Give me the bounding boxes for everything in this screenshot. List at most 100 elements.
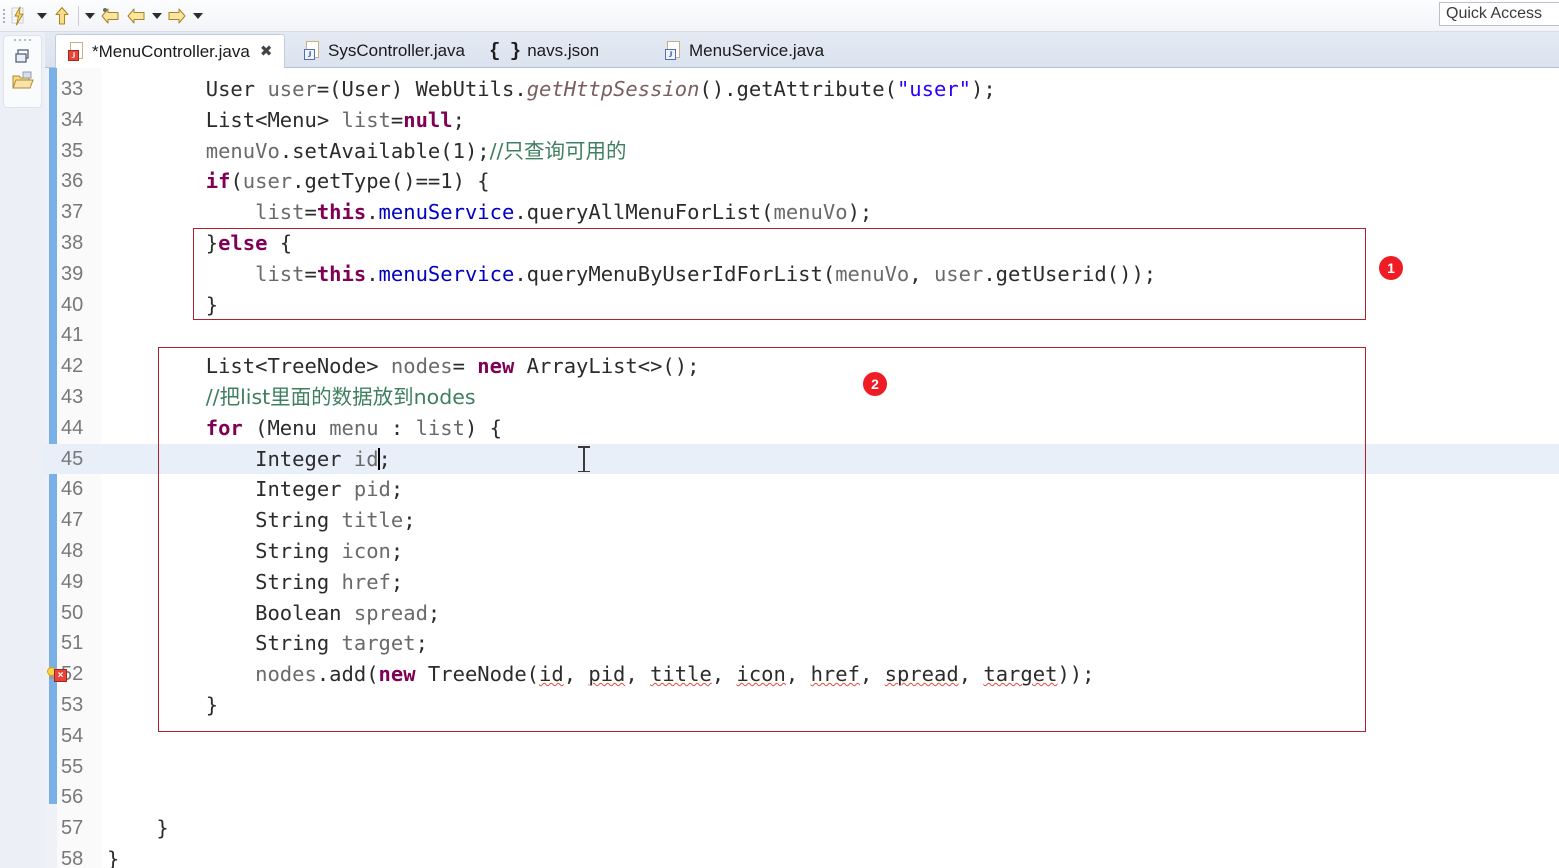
code-line[interactable]: 44 for (Menu menu : list) { — [45, 413, 1559, 444]
line-number: 38 — [61, 232, 84, 254]
forward-history-icon[interactable] — [123, 3, 149, 29]
code-line[interactable]: 48 String icon; — [45, 536, 1559, 567]
debug-icon[interactable] — [8, 3, 34, 29]
code-line[interactable]: 50 Boolean spread; — [45, 598, 1559, 629]
code-line-text: String title; — [255, 508, 416, 533]
line-number: 51 — [61, 632, 84, 655]
code-line[interactable]: 54 — [45, 721, 1559, 752]
line-number: 48 — [61, 540, 84, 562]
line-number: 40 — [61, 293, 84, 316]
code-line-text: Integer id; — [255, 446, 391, 471]
run-dropdown-caret[interactable] — [82, 3, 97, 29]
code-line-text: } — [107, 292, 219, 317]
code-line[interactable]: 51 String target; — [45, 628, 1559, 659]
code-line-text: list=this.menuService.queryAllMenuForLis… — [255, 200, 873, 225]
code-line[interactable]: 36 if(user.getType()==1) { — [45, 166, 1559, 197]
tab-label: MenuService.java — [689, 40, 825, 60]
annotation-badge: 1 — [1379, 256, 1403, 280]
code-line-text: } — [107, 816, 169, 841]
code-line[interactable]: 41 — [45, 320, 1559, 351]
minimized-package-explorer-panel[interactable] — [3, 35, 42, 108]
line-number: 57 — [61, 817, 84, 840]
line-number: 43 — [61, 386, 84, 408]
java-file-error-icon: J — [68, 42, 85, 61]
code-line[interactable]: 58} — [45, 844, 1559, 868]
run-icon[interactable] — [49, 3, 75, 29]
code-line[interactable]: 56 — [45, 782, 1559, 813]
error-marker-icon[interactable]: × — [54, 669, 67, 683]
debug-dropdown-caret[interactable] — [34, 3, 49, 29]
code-line-text: List<Menu> list=null; — [205, 107, 465, 132]
forward-dropdown-caret[interactable] — [190, 3, 205, 29]
line-number: 54 — [61, 724, 84, 747]
code-line[interactable]: 46 Integer pid; — [45, 474, 1559, 505]
line-number: 41 — [61, 324, 84, 347]
panel-drag-dots — [14, 39, 31, 41]
code-line-text: Integer pid; — [255, 477, 404, 502]
code-editor[interactable]: 33 User user=(User) WebUtils.getHttpSess… — [45, 68, 1559, 868]
code-line[interactable]: 53 } — [45, 690, 1559, 721]
code-line-text: //把list里面的数据放到nodes — [205, 385, 476, 409]
code-line[interactable]: 38 }else { — [45, 228, 1559, 259]
line-number: 34 — [61, 108, 84, 131]
eclipse-ide-window: Quick Access J *MenuController.java ✖ J SysC — [0, 0, 1559, 868]
code-line[interactable]: 40 } — [45, 290, 1559, 321]
json-file-icon: { } — [489, 39, 521, 62]
code-line-text: } — [107, 693, 219, 717]
line-number: 55 — [61, 755, 84, 778]
tab-close-icon[interactable]: ✖ — [260, 44, 273, 59]
java-file-icon: J — [665, 41, 682, 60]
code-line-text: } — [107, 847, 120, 868]
annotation-badge: 2 — [863, 372, 887, 396]
code-lines-container[interactable]: 33 User user=(User) WebUtils.getHttpSess… — [45, 68, 1559, 868]
main-toolbar: Quick Access — [0, 0, 1559, 32]
code-line[interactable]: 39 list=this.menuService.queryMenuByUser… — [45, 259, 1559, 290]
code-line-text: nodes.add(new TreeNode(id, pid, title, i… — [255, 662, 1095, 687]
code-line-text: String icon; — [255, 539, 404, 563]
code-line-text: list=this.menuService.queryMenuByUserIdF… — [255, 261, 1157, 286]
code-line[interactable]: 42 List<TreeNode> nodes= new ArrayList<>… — [45, 351, 1559, 382]
code-line[interactable]: 49 String href; — [45, 567, 1559, 598]
code-line[interactable]: 55 — [45, 752, 1559, 783]
code-line[interactable]: 57 } — [45, 813, 1559, 844]
chevron-down-icon — [36, 12, 47, 19]
editor-tab-navsjson[interactable]: { } navs.json — [477, 33, 611, 68]
line-number: 45 — [61, 447, 84, 470]
code-line[interactable]: 43 //把list里面的数据放到nodes — [45, 382, 1559, 413]
code-line[interactable]: 35 menuVo.setAvailable(1);//只查询可用的 — [45, 136, 1559, 167]
package-explorer-folder-icon[interactable] — [11, 69, 35, 93]
code-line-text: List<TreeNode> nodes= new ArrayList<>(); — [205, 354, 700, 379]
code-line[interactable]: 47 String title; — [45, 505, 1559, 536]
code-line[interactable]: 37 list=this.menuService.queryAllMenuFor… — [45, 197, 1559, 228]
forward-icon[interactable] — [164, 3, 190, 29]
back-icon[interactable] — [97, 3, 123, 29]
editor-tab-menuservicejava[interactable]: J MenuService.java — [653, 33, 836, 68]
code-line[interactable]: 45 Integer id; — [45, 443, 1559, 475]
line-number: 44 — [61, 416, 84, 439]
toolbar-drag-handle[interactable] — [0, 3, 8, 29]
code-line-text: menuVo.setAvailable(1);//只查询可用的 — [205, 138, 627, 163]
chevron-down-icon — [151, 12, 162, 19]
editor-tab-syscontrollerjava[interactable]: J SysController.java — [292, 33, 477, 68]
code-line-text: if(user.getType()==1) { — [205, 169, 490, 194]
code-line[interactable]: 52 nodes.add(new TreeNode(id, pid, title… — [45, 659, 1559, 690]
chevron-down-icon — [192, 12, 203, 19]
line-number: 49 — [61, 570, 84, 593]
back-dropdown-caret[interactable] — [149, 3, 164, 29]
left-minimized-view-strip — [0, 32, 45, 868]
tab-label: navs.json — [527, 40, 600, 60]
editor-tab-menucontrollerjava[interactable]: J *MenuController.java ✖ — [55, 34, 286, 68]
quick-access-field[interactable]: Quick Access — [1439, 2, 1559, 26]
tab-label: SysController.java — [328, 40, 466, 60]
code-line-text: Boolean spread; — [255, 600, 441, 625]
code-line-text: User user=(User) WebUtils.getHttpSession… — [205, 77, 996, 101]
code-line[interactable]: 33 User user=(User) WebUtils.getHttpSess… — [45, 74, 1559, 105]
tab-label: *MenuController.java — [92, 41, 250, 61]
code-line[interactable]: 34 List<Menu> list=null; — [45, 105, 1559, 136]
restore-view-icon[interactable] — [11, 45, 35, 69]
line-number: 50 — [61, 601, 84, 624]
line-number: 56 — [61, 786, 84, 809]
line-number: 37 — [61, 201, 84, 224]
line-number: 46 — [61, 478, 84, 501]
code-line-text: String target; — [255, 631, 428, 656]
